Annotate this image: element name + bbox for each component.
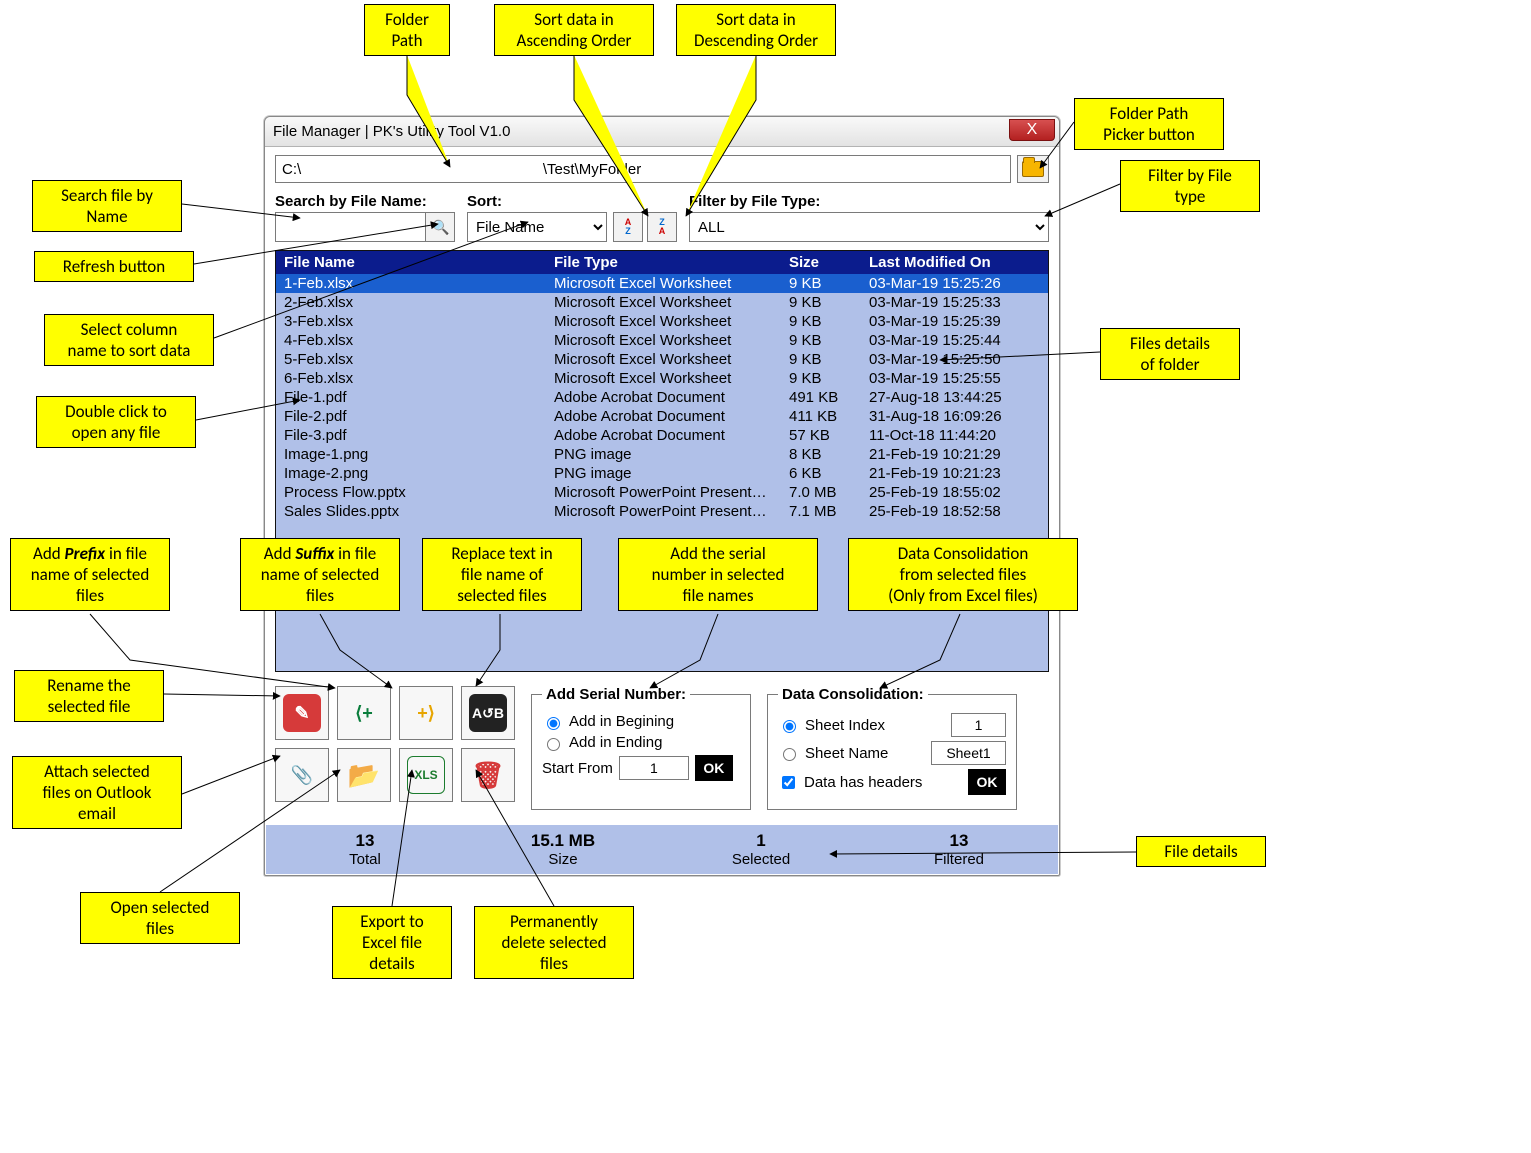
titlebar: File Manager | PK's Utility Tool V1.0 X <box>265 117 1059 147</box>
callout-select-col: Select column name to sort data <box>44 314 214 366</box>
table-row[interactable]: File-1.pdfAdobe Acrobat Document491 KB27… <box>276 388 1048 407</box>
callout-dblclick: Double click to open any file <box>36 396 196 448</box>
selected-value: 1 <box>662 831 860 851</box>
sort-ascending-button[interactable]: A Z <box>613 212 643 242</box>
table-row[interactable]: File-2.pdfAdobe Acrobat Document411 KB31… <box>276 407 1048 426</box>
callout-prefix: Add Prefix in file name of selected file… <box>10 538 170 611</box>
serial-panel: Add Serial Number: Add in Begining Add i… <box>531 686 751 810</box>
serial-legend: Add Serial Number: <box>542 686 690 703</box>
table-row[interactable]: Sales Slides.pptxMicrosoft PowerPoint Pr… <box>276 502 1048 521</box>
size-label: Size <box>464 851 662 868</box>
callout-sort-desc: Sort data in Descending Order <box>676 4 836 56</box>
open-icon: 📂 <box>345 756 383 794</box>
col-filetype[interactable]: File Type <box>546 251 781 274</box>
callout-rename: Rename the selected file <box>14 670 164 722</box>
serial-end-radio[interactable] <box>547 738 560 751</box>
trash-icon: 🗑 <box>469 756 507 794</box>
add-prefix-button[interactable]: ⟨+ <box>337 686 391 740</box>
consol-legend: Data Consolidation: <box>778 686 928 703</box>
col-filename[interactable]: File Name <box>276 251 546 274</box>
callout-delete: Permanently delete selected files <box>474 906 634 979</box>
excel-icon: XLS <box>407 756 445 794</box>
callout-folder-path: Folder Path <box>364 4 450 56</box>
headers-checkbox[interactable] <box>782 776 795 789</box>
window-title: File Manager | PK's Utility Tool V1.0 <box>273 123 510 140</box>
table-row[interactable]: 1-Feb.xlsxMicrosoft Excel Worksheet9 KB0… <box>276 274 1048 293</box>
callout-export: Export to Excel file details <box>332 906 452 979</box>
action-buttons: ✎ ⟨+ +⟩ A↺B 📎 📂 XLS 🗑 <box>275 686 515 810</box>
callout-suffix: Add Suffix in file name of selected file… <box>240 538 400 611</box>
callout-search: Search file by Name <box>32 180 182 232</box>
callout-details: Files details of folder <box>1100 328 1240 380</box>
sort-label: Sort: <box>467 193 677 210</box>
attach-icon: 📎 <box>283 756 321 794</box>
callout-refresh: Refresh button <box>34 251 194 282</box>
table-row[interactable]: 3-Feb.xlsxMicrosoft Excel Worksheet9 KB0… <box>276 312 1048 331</box>
suffix-icon: +⟩ <box>407 694 445 732</box>
folder-picker-button[interactable] <box>1017 155 1049 183</box>
open-files-button[interactable]: 📂 <box>337 748 391 802</box>
callout-consol: Data Consolidation from selected files (… <box>848 538 1078 611</box>
folder-path-input[interactable] <box>275 155 1011 183</box>
rename-icon: ✎ <box>283 694 321 732</box>
sheet-name-input[interactable] <box>931 741 1006 765</box>
table-row[interactable]: 5-Feb.xlsxMicrosoft Excel Worksheet9 KB0… <box>276 350 1048 369</box>
total-value: 13 <box>266 831 464 851</box>
table-row[interactable]: Image-1.pngPNG image8 KB21-Feb-19 10:21:… <box>276 445 1048 464</box>
table-row[interactable]: Process Flow.pptxMicrosoft PowerPoint Pr… <box>276 483 1048 502</box>
table-row[interactable]: 4-Feb.xlsxMicrosoft Excel Worksheet9 KB0… <box>276 331 1048 350</box>
table-row[interactable]: 6-Feb.xlsxMicrosoft Excel Worksheet9 KB0… <box>276 369 1048 388</box>
sort-descending-button[interactable]: Z A <box>647 212 677 242</box>
table-row[interactable]: Image-2.pngPNG image6 KB21-Feb-19 10:21:… <box>276 464 1048 483</box>
serial-start-input[interactable] <box>619 756 689 780</box>
sheet-index-radio[interactable] <box>783 720 796 733</box>
sort-column-select[interactable]: File Name <box>467 212 607 242</box>
serial-ok-button[interactable]: OK <box>695 755 733 781</box>
callout-file-details: File details <box>1136 836 1266 867</box>
client-area: Search by File Name: 🔍 Sort: File Name <box>265 147 1059 810</box>
sheet-index-input[interactable] <box>951 713 1006 737</box>
col-size[interactable]: Size <box>781 251 861 274</box>
search-icon: 🔍 <box>432 219 449 235</box>
table-body: 1-Feb.xlsxMicrosoft Excel Worksheet9 KB0… <box>276 274 1048 521</box>
consol-ok-button[interactable]: OK <box>968 769 1006 795</box>
replace-text-button[interactable]: A↺B <box>461 686 515 740</box>
search-label: Search by File Name: <box>275 193 455 210</box>
folder-icon <box>1022 161 1044 177</box>
callout-picker: Folder Path Picker button <box>1074 98 1224 150</box>
total-label: Total <box>266 851 464 868</box>
serial-begin-radio[interactable] <box>547 717 560 730</box>
filter-type-select[interactable]: ALL <box>689 212 1049 242</box>
consolidation-panel: Data Consolidation: Sheet Index Sheet Na… <box>767 686 1017 810</box>
rename-button[interactable]: ✎ <box>275 686 329 740</box>
callout-open: Open selected files <box>80 892 240 944</box>
sheet-name-radio[interactable] <box>783 748 796 761</box>
serial-start-label: Start From <box>542 760 613 777</box>
callout-attach: Attach selected files on Outlook email <box>12 756 182 829</box>
callout-replace: Replace text in file name of selected fi… <box>422 538 582 611</box>
close-button[interactable]: X <box>1009 119 1055 141</box>
filter-label: Filter by File Type: <box>689 193 1049 210</box>
col-modified[interactable]: Last Modified On <box>861 251 1048 274</box>
search-input[interactable] <box>275 212 425 242</box>
delete-files-button[interactable]: 🗑 <box>461 748 515 802</box>
selected-label: Selected <box>662 851 860 868</box>
replace-icon: A↺B <box>469 694 507 732</box>
filtered-label: Filtered <box>860 851 1058 868</box>
refresh-button[interactable]: 🔍 <box>425 212 455 242</box>
callout-filter: Filter by File type <box>1120 160 1260 212</box>
table-row[interactable]: File-3.pdfAdobe Acrobat Document57 KB11-… <box>276 426 1048 445</box>
status-footer: 13Total 15.1 MBSize 1Selected 13Filtered <box>266 825 1058 874</box>
attach-email-button[interactable]: 📎 <box>275 748 329 802</box>
callout-sort-asc: Sort data in Ascending Order <box>494 4 654 56</box>
export-excel-button[interactable]: XLS <box>399 748 453 802</box>
close-icon: X <box>1027 121 1038 138</box>
filtered-value: 13 <box>860 831 1058 851</box>
app-window: File Manager | PK's Utility Tool V1.0 X … <box>264 116 1060 876</box>
prefix-icon: ⟨+ <box>345 694 383 732</box>
table-row[interactable]: 2-Feb.xlsxMicrosoft Excel Worksheet9 KB0… <box>276 293 1048 312</box>
size-value: 15.1 MB <box>464 831 662 851</box>
callout-addserial: Add the serial number in selected file n… <box>618 538 818 611</box>
add-suffix-button[interactable]: +⟩ <box>399 686 453 740</box>
